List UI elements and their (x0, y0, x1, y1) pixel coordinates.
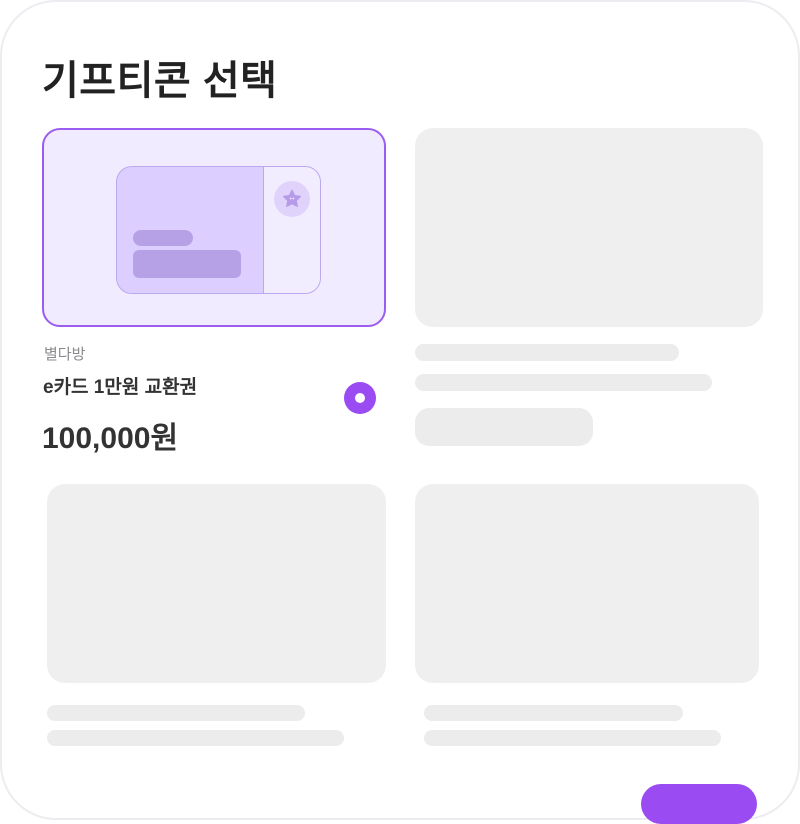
skeleton-line (47, 730, 344, 746)
skeleton-line (47, 705, 305, 721)
gift-ticket-illustration (116, 166, 321, 294)
confirm-button[interactable] (641, 784, 757, 824)
gift-brand: 별다방 (44, 346, 86, 363)
gift-price: 100,000원 (42, 422, 179, 455)
skeleton-price (415, 408, 593, 446)
skeleton-card-image (415, 484, 759, 683)
skeleton-line (424, 705, 683, 721)
ticket-stub (263, 167, 320, 293)
page-title: 기프티콘 선택 (42, 59, 278, 103)
skeleton-line (424, 730, 721, 746)
ticket-placeholder-line (133, 230, 193, 246)
ticket-placeholder-block (133, 250, 241, 278)
skeleton-line (415, 374, 712, 391)
skeleton-card-image (415, 128, 763, 327)
star-icon (282, 189, 302, 207)
radio-selected-icon[interactable] (344, 382, 376, 414)
skeleton-card-image (47, 484, 386, 683)
screen-frame (0, 0, 800, 820)
gift-card-selected[interactable] (42, 128, 386, 327)
skeleton-line (415, 344, 679, 361)
ticket-badge (274, 181, 310, 217)
gift-name: e카드 1만원 교환권 (43, 377, 198, 398)
radio-dot (355, 393, 365, 403)
